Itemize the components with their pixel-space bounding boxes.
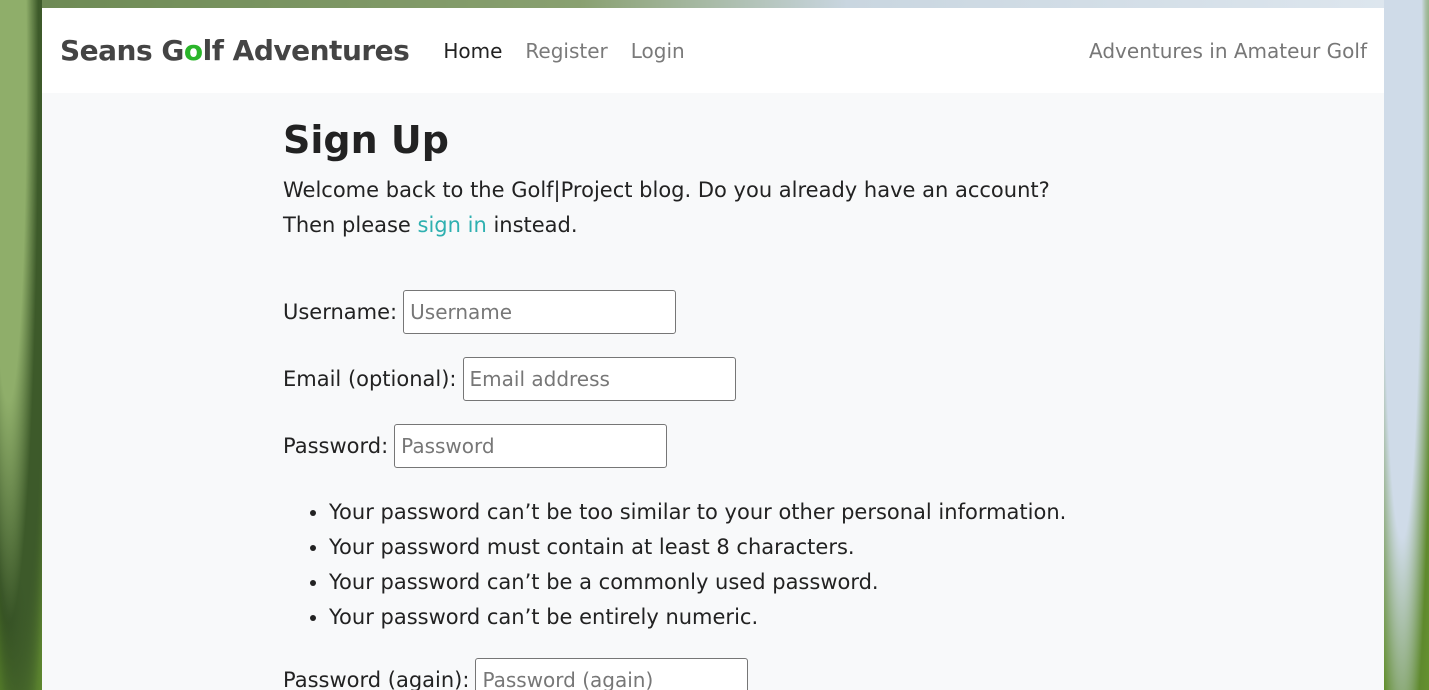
signup-container: Sign Up Welcome back to the Golf|Project…: [283, 93, 1103, 690]
brand-logo[interactable]: Seans Golf Adventures: [60, 34, 410, 67]
brand-text-part1: Seans G: [60, 34, 184, 67]
email-input[interactable]: [462, 357, 736, 401]
nav-link-home[interactable]: Home: [443, 39, 502, 63]
nav-link-register[interactable]: Register: [525, 39, 607, 63]
navbar: Seans Golf Adventures Home Register Logi…: [42, 8, 1384, 93]
signup-form: Username: Email (optional): Password: Yo…: [283, 290, 1103, 690]
nav-link-login[interactable]: Login: [631, 39, 685, 63]
intro-text-before: Welcome back to the Golf|Project blog. D…: [283, 178, 1050, 237]
intro-text-after: instead.: [486, 213, 578, 237]
sign-in-link[interactable]: sign in: [418, 213, 487, 237]
email-label: Email (optional):: [283, 367, 457, 391]
brand-text-o: o: [183, 34, 203, 67]
password-help-item: Your password can’t be a commonly used p…: [329, 565, 1103, 600]
password-again-label: Password (again):: [283, 668, 470, 690]
intro-text: Welcome back to the Golf|Project blog. D…: [283, 173, 1103, 243]
nav-links: Home Register Login: [443, 39, 684, 63]
site-tagline: Adventures in Amateur Golf: [1089, 38, 1367, 63]
username-label: Username:: [283, 300, 398, 324]
email-row: Email (optional):: [283, 357, 1103, 401]
password-row: Password:: [283, 424, 1103, 468]
password-again-row: Password (again):: [283, 658, 1103, 690]
password-help-list: Your password can’t be too similar to yo…: [283, 495, 1103, 635]
background-image-left: [0, 0, 42, 690]
username-row: Username:: [283, 290, 1103, 334]
main-content: Sign Up Welcome back to the Golf|Project…: [42, 93, 1384, 690]
password-label: Password:: [283, 434, 389, 458]
brand-text-part2: lf Adventures: [202, 34, 410, 67]
background-image-right: [1384, 0, 1429, 690]
password-again-input[interactable]: [475, 658, 749, 690]
background-image-top: [42, 0, 1384, 8]
page-title: Sign Up: [283, 118, 449, 162]
password-help-item: Your password can’t be too similar to yo…: [329, 495, 1103, 530]
password-help-item: Your password can’t be entirely numeric.: [329, 600, 1103, 635]
username-input[interactable]: [403, 290, 677, 334]
password-input[interactable]: [394, 424, 668, 468]
password-help-item: Your password must contain at least 8 ch…: [329, 530, 1103, 565]
